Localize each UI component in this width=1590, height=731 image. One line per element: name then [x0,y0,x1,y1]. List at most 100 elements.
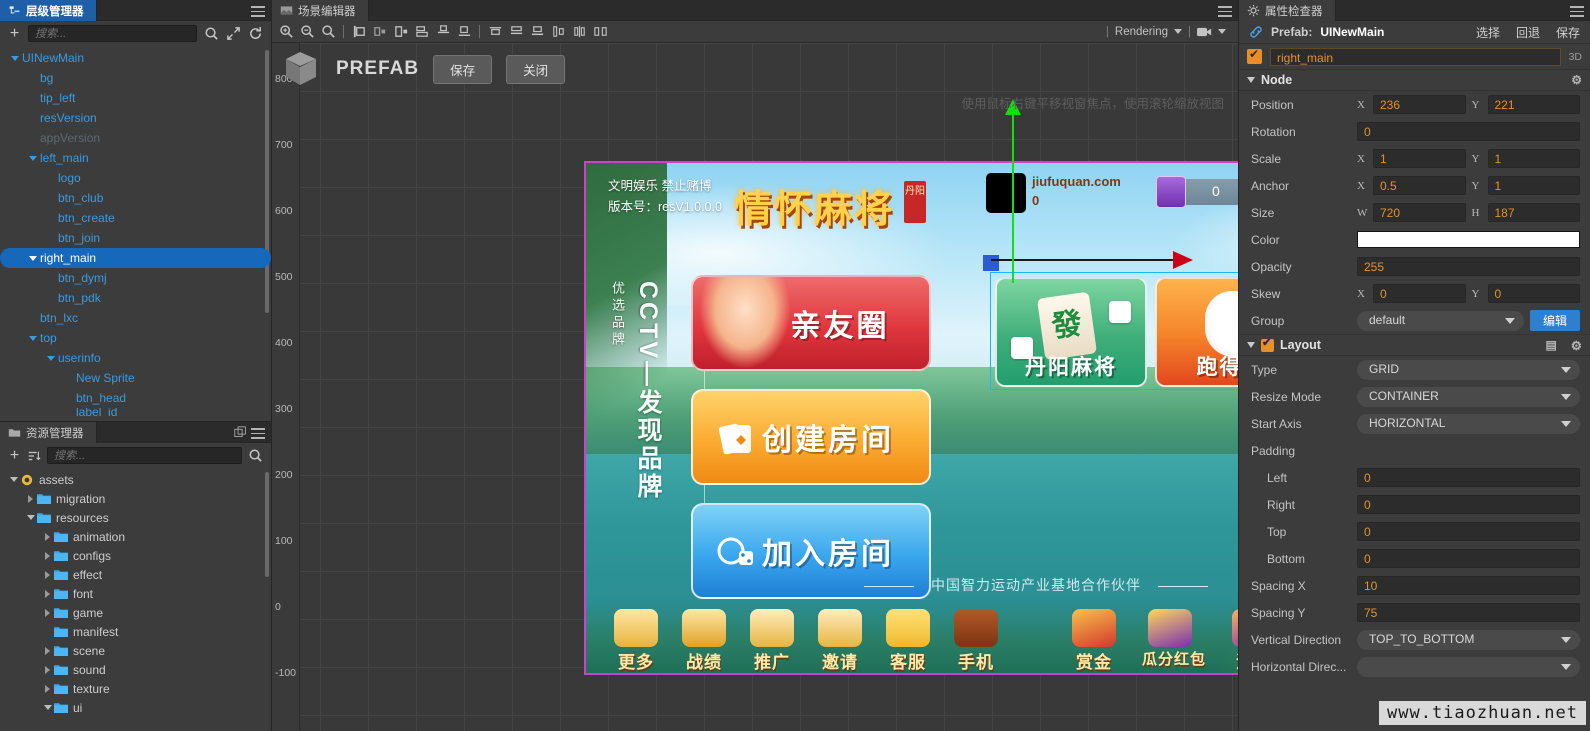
prop-field-opacity[interactable]: 255 [1357,257,1580,276]
game-preview[interactable]: 文明娱乐 禁止赌博 版本号：resV1.0.0.0 情怀麻将 丹阳 jiufuq… [584,99,1238,675]
chevron-right-icon[interactable] [42,608,52,618]
zoom-in-icon[interactable] [276,23,296,41]
inspector-menu-icon[interactable] [1570,3,1584,17]
prop-field-skew-y[interactable]: 0 [1487,284,1580,303]
tab-assets[interactable]: 资源管理器 [0,422,97,443]
hierarchy-item-label-id[interactable]: label_id [0,408,271,416]
camera-chevron-down-icon[interactable] [1218,29,1226,34]
refresh-icon[interactable] [248,26,263,41]
spread-v-icon[interactable] [569,23,589,41]
btn-dymj[interactable]: 發 丹阳麻将 [995,277,1147,387]
align-left-icon[interactable] [349,23,369,41]
bottom-icon-redpacket-split[interactable]: 瓜分红包 [1142,609,1205,669]
chevron-right-icon[interactable] [42,684,52,694]
prop-select-type[interactable]: GRID [1357,359,1580,380]
chevron-down-icon[interactable] [8,475,18,485]
chevron-down-icon[interactable] [28,253,38,263]
prop-select-resize-mode[interactable]: CONTAINER [1357,386,1580,407]
hierarchy-item-userinfo[interactable]: userinfo [0,348,271,368]
node-3d-badge[interactable]: 3D [1569,51,1582,63]
prefab-select-action[interactable]: 选择 [1476,24,1500,41]
distribute-middle-icon[interactable] [506,23,526,41]
assets-search-input[interactable] [47,447,242,464]
asset-item-animation[interactable]: animation [0,527,271,546]
asset-item-texture[interactable]: texture [0,679,271,698]
prop-field-spacing-x[interactable]: 10 [1357,576,1580,595]
scene-menu-icon[interactable] [1218,3,1232,17]
right-main-selection[interactable]: 發 丹阳麻将 跑得快 [983,251,1238,390]
bottom-icon-promote[interactable]: 推广 [744,609,800,673]
gizmo-handle[interactable] [983,255,999,271]
scene-viewport[interactable]: 800 700 600 500 400 300 200 100 0 -100 PREFAB 保存 … [272,43,1238,731]
prefab-close-button[interactable]: 关闭 [506,54,566,84]
node-section-gear-icon[interactable]: ⚙ [1571,73,1582,87]
btn-pdk[interactable]: 跑得快 [1155,277,1238,387]
prop-field-position-y[interactable]: 221 [1487,95,1580,114]
bottom-icon-smiley-chat[interactable]: 客服 [880,609,936,673]
sort-icon[interactable] [27,449,41,463]
hierarchy-item-logo[interactable]: logo [0,168,271,188]
prop-field-bottom[interactable]: 0 [1357,549,1580,568]
bottom-icon-activity[interactable]: 活动 [1226,609,1238,673]
prop-field-skew-x[interactable]: 0 [1373,284,1466,303]
distribute-left-icon[interactable] [412,23,432,41]
asset-item-effect[interactable]: effect [0,565,271,584]
prop-field-right[interactable]: 0 [1357,495,1580,514]
align-bottom-icon[interactable] [454,23,474,41]
asset-item-sound[interactable]: sound [0,660,271,679]
chevron-right-icon[interactable] [25,494,35,504]
hierarchy-tree[interactable]: UINewMain bg tip_left resVersion appVersion l… [0,46,271,421]
prop-select-start-axis[interactable]: HORIZONTAL [1357,413,1580,434]
prefab-revert-action[interactable]: 回退 [1516,24,1540,41]
search-icon[interactable] [204,26,219,41]
asset-item-game[interactable]: game [0,603,271,622]
chevron-down-icon[interactable] [28,153,38,163]
bottom-icon-share[interactable]: 邀请 [812,609,868,673]
prop-field-rotation[interactable]: 0 [1357,122,1580,141]
hierarchy-item-resversion[interactable]: resVersion [0,108,271,128]
prop-field-left[interactable]: 0 [1357,468,1580,487]
assets-scrollbar[interactable] [265,472,269,578]
prop-field-spacing-y[interactable]: 75 [1357,603,1580,622]
hierarchy-item-btn-head[interactable]: btn_head [0,388,271,408]
bottom-icon-phone[interactable]: 手机 [948,609,1004,673]
align-center-h-icon[interactable] [370,23,390,41]
avatar[interactable] [986,173,1026,213]
game-canvas[interactable]: 文明娱乐 禁止赌博 版本号：resV1.0.0.0 情怀麻将 丹阳 jiufuq… [584,161,1238,675]
chevron-down-icon[interactable] [42,703,52,713]
layout-section-gear-icon[interactable]: ⚙ [1571,338,1582,353]
hierarchy-item-btn-club[interactable]: btn_club [0,188,271,208]
prop-field-anchor-x[interactable]: 0.5 [1373,176,1466,195]
chevron-down-icon[interactable] [25,513,35,523]
chevron-right-icon[interactable] [42,532,52,542]
hierarchy-item-btn-lxc[interactable]: btn_lxc [0,308,271,328]
align-right-icon[interactable] [391,23,411,41]
zoom-fit-icon[interactable] [318,23,338,41]
assets-tree[interactable]: assets migration resources animation configs… [0,468,271,731]
node-enabled-checkbox[interactable] [1247,47,1262,64]
layout-help-icon[interactable]: ▤ [1545,338,1556,352]
asset-item-font[interactable]: font [0,584,271,603]
bottom-icon-bounty[interactable]: 赏金 [1066,609,1122,673]
hierarchy-item-uinewmain[interactable]: UINewMain [0,48,271,68]
chevron-right-icon[interactable] [42,570,52,580]
prop-field-position-x[interactable]: 236 [1373,95,1466,114]
align-top-icon[interactable] [433,23,453,41]
hierarchy-item-new-sprite[interactable]: New Sprite [0,368,271,388]
prop-field-size-x[interactable]: 720 [1373,203,1466,222]
hierarchy-item-btn-pdk[interactable]: btn_pdk [0,288,271,308]
chevron-down-icon[interactable] [10,53,20,63]
chevron-down-icon[interactable] [46,353,56,363]
asset-item-migration[interactable]: migration [0,489,271,508]
bottom-icon-trophy[interactable]: 战绩 [676,609,732,673]
prop-field-size-y[interactable]: 187 [1487,203,1580,222]
chevron-down-icon[interactable] [1174,29,1182,34]
spread-h-icon[interactable] [548,23,568,41]
assets-menu-icon[interactable] [251,425,265,439]
asset-item-configs[interactable]: configs [0,546,271,565]
asset-item-assets[interactable]: assets [0,470,271,489]
hierarchy-item-top[interactable]: top [0,328,271,348]
prop-color-swatch-color[interactable] [1357,231,1580,248]
layout-enabled-checkbox[interactable] [1261,336,1274,352]
rendering-label[interactable]: Rendering [1115,26,1168,38]
